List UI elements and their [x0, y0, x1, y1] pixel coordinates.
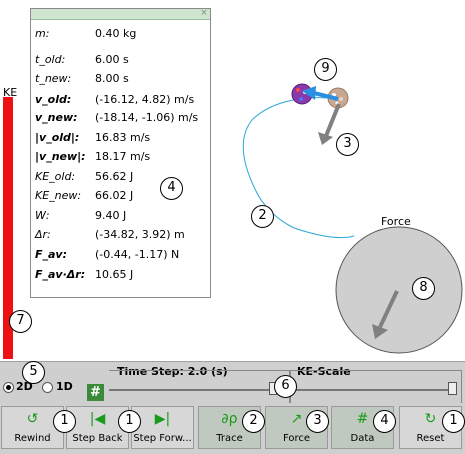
force-dial [335, 226, 463, 354]
data-panel: × m: 0.40 kg t_old: 6.00 s t_new: 8.00 s v_… [30, 8, 211, 298]
marker-1: 1 [53, 410, 76, 433]
reset-label: Reset [416, 433, 445, 444]
marker-3: 3 [306, 410, 329, 433]
marker-2: 2 [242, 410, 265, 433]
force-arrow [324, 103, 341, 137]
marker-6: 6 [274, 375, 297, 398]
step-forward-label: Step Forw... [133, 433, 192, 444]
time-step-slider-frame [109, 370, 290, 403]
marker-3: 3 [336, 133, 359, 156]
step-forward-button[interactable]: ▶| Step Forw... [131, 406, 194, 449]
marker-4: 4 [160, 177, 183, 200]
marker-5: 5 [22, 361, 45, 384]
force-label: Force [282, 433, 311, 444]
marker-1: 1 [442, 410, 465, 433]
hash-icon[interactable]: # [87, 384, 104, 401]
ke-scale-slider-frame [290, 370, 462, 403]
step-back-label: Step Back [72, 433, 123, 444]
marker-2: 2 [251, 205, 274, 228]
ke-scale-slider-thumb[interactable] [448, 382, 457, 395]
time-step-slider-track[interactable] [109, 389, 279, 391]
radio-1d[interactable] [42, 382, 53, 393]
radio-1d-label[interactable]: 1D [56, 380, 73, 393]
step-forward-icon: ▶| [154, 411, 171, 427]
data-label: Data [350, 433, 375, 444]
data-panel-titlebar[interactable]: × [31, 8, 210, 20]
radio-2d[interactable] [3, 382, 14, 393]
marker-9: 9 [314, 58, 337, 81]
marker-7: 7 [9, 310, 32, 333]
trace-label: Trace [216, 433, 243, 444]
marker-8: 8 [412, 277, 435, 300]
close-icon[interactable]: × [199, 8, 209, 18]
marker-1: 1 [118, 410, 141, 433]
ke-scale-slider-track[interactable] [295, 389, 455, 391]
force-dial-label: Force [381, 215, 411, 228]
marker-4: 4 [373, 410, 396, 433]
rewind-label: Rewind [14, 433, 51, 444]
